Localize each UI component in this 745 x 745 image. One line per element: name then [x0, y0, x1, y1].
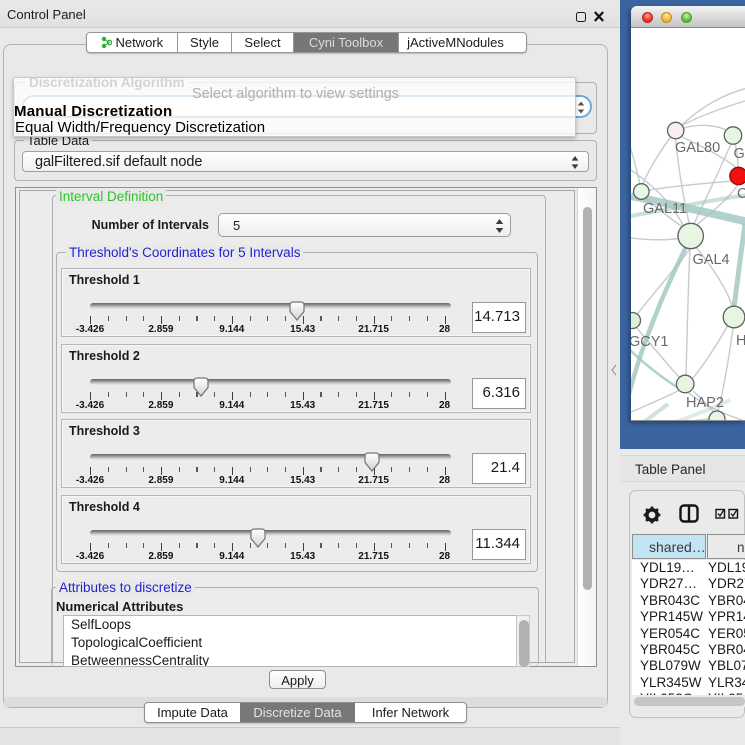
svg-text:GAL80: GAL80: [675, 140, 720, 156]
svg-text:CY: CY: [737, 186, 745, 202]
svg-text:HAP2: HAP2: [686, 395, 724, 411]
svg-text:GCY1: GCY1: [631, 334, 669, 350]
svg-text:GA: GA: [734, 146, 745, 162]
svg-text:GAL11: GAL11: [643, 201, 687, 217]
svg-text:HIS4: HIS4: [736, 333, 745, 349]
svg-text:GAL4: GAL4: [693, 252, 730, 268]
